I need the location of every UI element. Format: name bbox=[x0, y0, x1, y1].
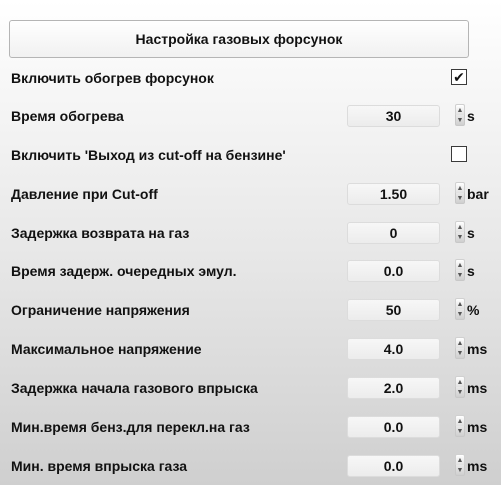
spin-up-icon[interactable]: ▲ bbox=[455, 415, 465, 426]
spin-down-icon[interactable]: ▼ bbox=[455, 309, 465, 320]
label-enable-heating: Включить обогрев форсунок bbox=[11, 70, 214, 86]
spin-up-icon[interactable]: ▲ bbox=[455, 104, 465, 115]
spin-down-icon[interactable]: ▼ bbox=[455, 193, 465, 204]
injection-start-delay-input[interactable]: 2.0 bbox=[347, 377, 440, 399]
unit-label: ms bbox=[467, 341, 488, 357]
row-injection-start-delay: Задержка начала газового впрыска 2.0 ▲ ▼… bbox=[0, 376, 501, 402]
row-emulation-delay: Время задерж. очередных эмул. 0.0 ▲ ▼ s bbox=[0, 259, 501, 285]
max-voltage-spinner[interactable]: ▲ ▼ bbox=[455, 337, 465, 361]
cutoff-exit-checkbox[interactable] bbox=[451, 146, 467, 162]
unit-label: bar bbox=[467, 186, 489, 202]
row-max-voltage: Максимальное напряжение 4.0 ▲ ▼ ms bbox=[0, 337, 501, 363]
row-cutoff-exit: Включить 'Выход из cut-off на бензине' bbox=[0, 143, 501, 169]
spin-down-icon[interactable]: ▼ bbox=[455, 387, 465, 398]
label-injection-start-delay: Задержка начала газового впрыска bbox=[11, 380, 258, 396]
injection-start-delay-spinner[interactable]: ▲ ▼ bbox=[455, 376, 465, 400]
return-delay-spinner[interactable]: ▲ ▼ bbox=[455, 221, 465, 245]
label-max-voltage: Максимальное напряжение bbox=[11, 341, 202, 357]
min-petrol-time-input[interactable]: 0.0 bbox=[347, 416, 440, 438]
spin-down-icon[interactable]: ▼ bbox=[455, 270, 465, 281]
heating-time-input[interactable]: 30 bbox=[347, 105, 440, 127]
row-return-delay: Задержка возврата на газ 0 ▲ ▼ s bbox=[0, 221, 501, 247]
return-delay-input[interactable]: 0 bbox=[347, 222, 440, 244]
spin-up-icon[interactable]: ▲ bbox=[455, 454, 465, 465]
min-petrol-time-spinner[interactable]: ▲ ▼ bbox=[455, 415, 465, 439]
enable-heating-checkbox[interactable]: ✔ bbox=[451, 69, 467, 85]
spin-down-icon[interactable]: ▼ bbox=[455, 232, 465, 243]
voltage-limit-input[interactable]: 50 bbox=[347, 299, 440, 321]
spin-up-icon[interactable]: ▲ bbox=[455, 298, 465, 309]
row-cutoff-pressure: Давление при Cut-off 1.50 ▲ ▼ bar bbox=[0, 182, 501, 208]
min-gas-injection-spinner[interactable]: ▲ ▼ bbox=[455, 454, 465, 478]
label-heating-time: Время обогрева bbox=[11, 108, 124, 124]
label-voltage-limit: Ограничение напряжения bbox=[11, 302, 190, 318]
cutoff-pressure-spinner[interactable]: ▲ ▼ bbox=[455, 182, 465, 206]
row-heating-time: Время обогрева 30 ▲ ▼ s bbox=[0, 104, 501, 130]
section-header[interactable]: Настройка газовых форсунок bbox=[9, 20, 469, 58]
unit-label: s bbox=[467, 108, 475, 124]
label-min-petrol-time: Мин.время бенз.для перекл.на газ bbox=[11, 419, 250, 435]
spin-up-icon[interactable]: ▲ bbox=[455, 182, 465, 193]
cutoff-pressure-input[interactable]: 1.50 bbox=[347, 183, 440, 205]
unit-label: % bbox=[467, 302, 480, 318]
label-cutoff-exit: Включить 'Выход из cut-off на бензине' bbox=[11, 147, 286, 163]
label-min-gas-injection: Мин. время впрыска газа bbox=[11, 458, 188, 474]
unit-label: ms bbox=[467, 419, 488, 435]
spin-up-icon[interactable]: ▲ bbox=[455, 221, 465, 232]
unit-label: ms bbox=[467, 458, 488, 474]
spin-down-icon[interactable]: ▼ bbox=[455, 348, 465, 359]
label-emulation-delay: Время задерж. очередных эмул. bbox=[11, 263, 237, 279]
row-min-petrol-time: Мин.время бенз.для перекл.на газ 0.0 ▲ ▼… bbox=[0, 415, 501, 441]
unit-label: s bbox=[467, 225, 475, 241]
min-gas-injection-input[interactable]: 0.0 bbox=[347, 455, 440, 477]
label-cutoff-pressure: Давление при Cut-off bbox=[11, 186, 158, 202]
row-min-gas-injection: Мин. время впрыска газа 0.0 ▲ ▼ ms bbox=[0, 454, 501, 480]
spin-down-icon[interactable]: ▼ bbox=[455, 465, 465, 476]
row-enable-heating: Включить обогрев форсунок ✔ bbox=[0, 66, 501, 92]
emulation-delay-spinner[interactable]: ▲ ▼ bbox=[455, 259, 465, 283]
heating-time-spinner[interactable]: ▲ ▼ bbox=[455, 104, 465, 128]
section-title: Настройка газовых форсунок bbox=[135, 31, 343, 47]
spin-down-icon[interactable]: ▼ bbox=[455, 426, 465, 437]
max-voltage-input[interactable]: 4.0 bbox=[347, 338, 440, 360]
label-return-delay: Задержка возврата на газ bbox=[11, 225, 190, 241]
emulation-delay-input[interactable]: 0.0 bbox=[347, 260, 440, 282]
spin-up-icon[interactable]: ▲ bbox=[455, 259, 465, 270]
row-voltage-limit: Ограничение напряжения 50 ▲ ▼ % bbox=[0, 298, 501, 324]
unit-label: s bbox=[467, 263, 475, 279]
voltage-limit-spinner[interactable]: ▲ ▼ bbox=[455, 298, 465, 322]
unit-label: ms bbox=[467, 380, 488, 396]
spin-up-icon[interactable]: ▲ bbox=[455, 376, 465, 387]
spin-up-icon[interactable]: ▲ bbox=[455, 337, 465, 348]
spin-down-icon[interactable]: ▼ bbox=[455, 115, 465, 126]
